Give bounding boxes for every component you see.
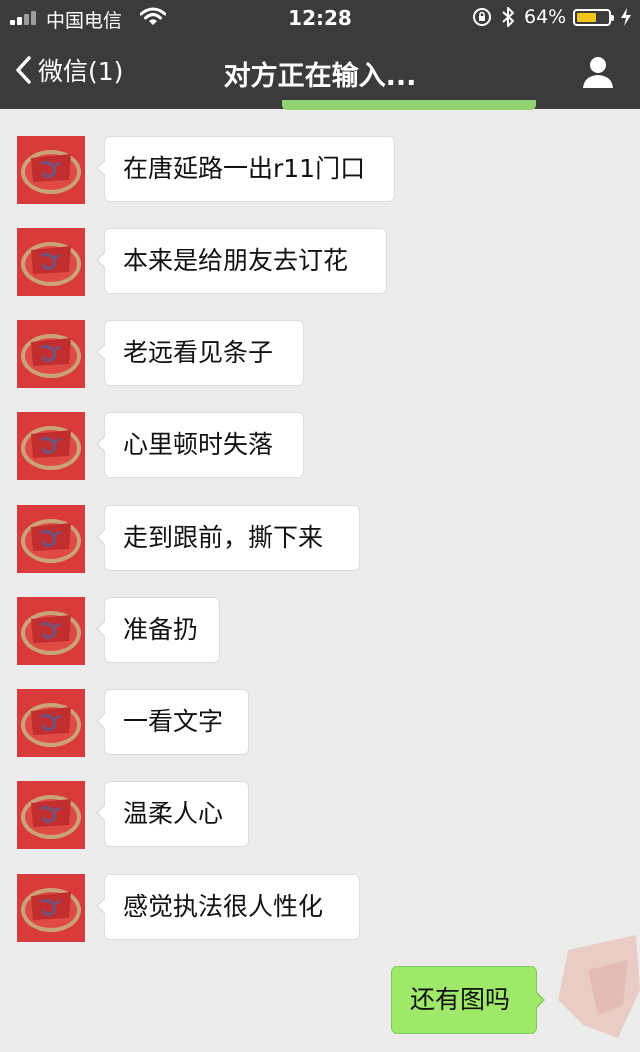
red-packet-avatar-icon (17, 320, 85, 388)
red-packet-avatar-icon (17, 505, 85, 573)
incoming-message-bubble[interactable]: 老远看见条子 (96, 320, 304, 386)
battery-percent: 64% (524, 6, 567, 28)
status-bar: 中国电信 12:28 64% (0, 0, 640, 36)
red-packet-avatar-icon (17, 412, 85, 480)
avatar[interactable] (17, 136, 85, 204)
red-packet-avatar-icon (17, 136, 85, 204)
red-packet-avatar-icon (17, 597, 85, 665)
avatar[interactable] (17, 597, 85, 665)
avatar[interactable] (17, 689, 85, 757)
incoming-message-bubble[interactable]: 心里顿时失落 (96, 412, 304, 478)
avatar[interactable] (17, 874, 85, 942)
charging-icon (621, 8, 631, 26)
battery-icon (573, 9, 614, 26)
top-bar: 中国电信 12:28 64% 微信(1) 对方正在输入... (0, 0, 640, 109)
orientation-lock-icon (473, 8, 491, 26)
page-title: 对方正在输入... (223, 61, 417, 92)
nav-bar: 微信(1) 对方正在输入... (0, 36, 640, 109)
stamp-watermark (558, 935, 640, 1038)
avatar[interactable] (17, 781, 85, 849)
avatar[interactable] (17, 228, 85, 296)
avatar[interactable] (17, 320, 85, 388)
avatar[interactable] (17, 505, 85, 573)
red-packet-avatar-icon (17, 689, 85, 757)
previous-outgoing-bubble-edge (282, 100, 536, 110)
avatar[interactable] (17, 412, 85, 480)
red-packet-avatar-icon (17, 781, 85, 849)
person-icon[interactable] (578, 52, 618, 92)
red-packet-avatar-icon (17, 874, 85, 942)
incoming-message-bubble[interactable]: 在唐延路一出r11门口 (96, 136, 395, 202)
incoming-message-bubble[interactable]: 感觉执法很人性化 (96, 874, 360, 940)
red-packet-avatar-icon (17, 228, 85, 296)
bluetooth-icon (502, 7, 514, 27)
incoming-message-bubble[interactable]: 本来是给朋友去订花 (96, 228, 387, 294)
incoming-message-bubble[interactable]: 一看文字 (96, 689, 249, 755)
incoming-message-bubble[interactable]: 温柔人心 (96, 781, 249, 847)
incoming-message-bubble[interactable]: 准备扔 (96, 597, 220, 663)
incoming-message-bubble[interactable]: 走到跟前，撕下来 (96, 505, 360, 571)
outgoing-message-bubble[interactable]: 还有图吗 (391, 966, 545, 1034)
